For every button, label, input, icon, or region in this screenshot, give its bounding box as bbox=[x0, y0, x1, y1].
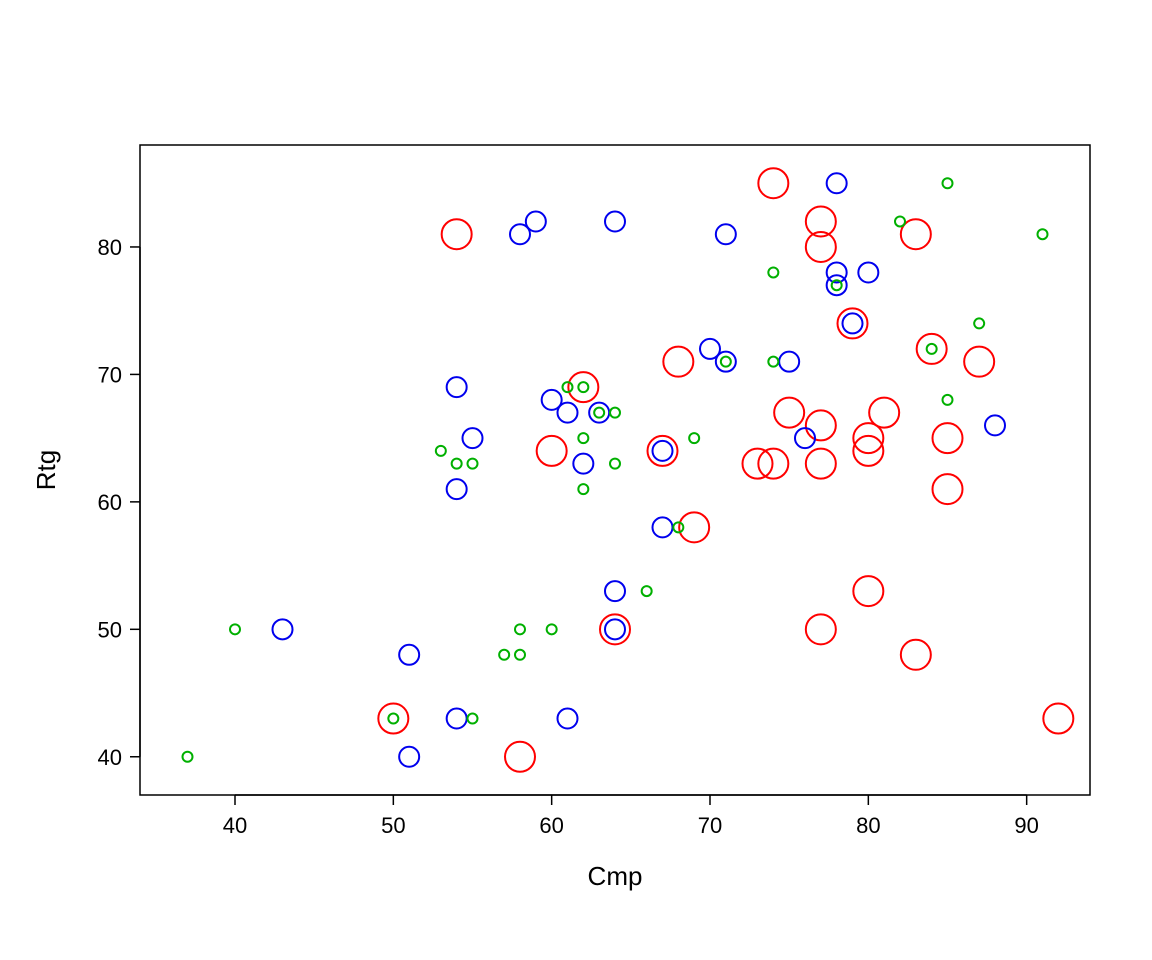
data-point-green bbox=[578, 382, 588, 392]
data-point-green bbox=[230, 624, 240, 634]
data-point-red bbox=[378, 704, 408, 734]
y-tick-label: 50 bbox=[98, 617, 122, 642]
data-point-green bbox=[468, 714, 478, 724]
data-point-blue bbox=[589, 403, 609, 423]
data-point-blue bbox=[779, 352, 799, 372]
data-point-green bbox=[594, 408, 604, 418]
data-point-red bbox=[1043, 704, 1073, 734]
data-point-red bbox=[663, 347, 693, 377]
y-tick-label: 40 bbox=[98, 745, 122, 770]
data-point-green bbox=[610, 459, 620, 469]
x-tick-label: 80 bbox=[856, 813, 880, 838]
data-point-blue bbox=[858, 262, 878, 282]
y-tick-label: 70 bbox=[98, 362, 122, 387]
data-point-green bbox=[974, 318, 984, 328]
data-point-green bbox=[452, 459, 462, 469]
data-point-red bbox=[806, 449, 836, 479]
scatter-chart: 40 50 60 70 80 90 40 50 60 70 80 Cmp Rtg bbox=[0, 0, 1152, 960]
data-point-blue bbox=[827, 275, 847, 295]
data-point-blue bbox=[399, 747, 419, 767]
data-point-blue bbox=[605, 619, 625, 639]
x-axis-label: Cmp bbox=[588, 861, 643, 891]
x-tick-label: 40 bbox=[223, 813, 247, 838]
data-point-green bbox=[642, 586, 652, 596]
data-point-red bbox=[933, 474, 963, 504]
data-point-green bbox=[547, 624, 557, 634]
data-point-red bbox=[505, 742, 535, 772]
data-point-blue bbox=[985, 415, 1005, 435]
data-point-blue bbox=[716, 352, 736, 372]
data-point-blue bbox=[463, 428, 483, 448]
data-point-green bbox=[689, 433, 699, 443]
data-point-green bbox=[721, 357, 731, 367]
data-point-green bbox=[436, 446, 446, 456]
data-point-green bbox=[515, 650, 525, 660]
data-point-blue bbox=[605, 211, 625, 231]
data-point-blue bbox=[526, 211, 546, 231]
data-point-green bbox=[943, 178, 953, 188]
data-point-green bbox=[895, 216, 905, 226]
data-point-green bbox=[578, 433, 588, 443]
y-axis-label: Rtg bbox=[31, 450, 61, 490]
data-point-green bbox=[183, 752, 193, 762]
data-point-blue bbox=[558, 709, 578, 729]
data-point-blue bbox=[653, 441, 673, 461]
data-point-blue bbox=[447, 479, 467, 499]
data-point-red bbox=[806, 410, 836, 440]
data-point-red bbox=[774, 398, 804, 428]
data-point-blue bbox=[716, 224, 736, 244]
data-point-red bbox=[933, 423, 963, 453]
data-point-blue bbox=[573, 454, 593, 474]
data-point-green bbox=[768, 357, 778, 367]
x-tick-label: 90 bbox=[1014, 813, 1038, 838]
data-point-blue bbox=[399, 645, 419, 665]
data-point-green bbox=[515, 624, 525, 634]
data-point-green bbox=[943, 395, 953, 405]
data-point-blue bbox=[605, 581, 625, 601]
data-point-red bbox=[758, 168, 788, 198]
x-tick-label: 70 bbox=[698, 813, 722, 838]
y-tick-label: 80 bbox=[98, 235, 122, 260]
data-point-red bbox=[853, 436, 883, 466]
data-point-red bbox=[806, 614, 836, 644]
data-point-green bbox=[768, 267, 778, 277]
data-point-blue bbox=[653, 517, 673, 537]
data-point-blue bbox=[273, 619, 293, 639]
plot-frame bbox=[140, 145, 1090, 795]
data-point-green bbox=[578, 484, 588, 494]
data-point-green bbox=[499, 650, 509, 660]
data-point-red bbox=[917, 334, 947, 364]
data-point-green bbox=[927, 344, 937, 354]
data-point-red bbox=[964, 347, 994, 377]
data-point-blue bbox=[447, 377, 467, 397]
data-point-red bbox=[853, 576, 883, 606]
data-point-green bbox=[1038, 229, 1048, 239]
data-point-red bbox=[869, 398, 899, 428]
data-point-blue bbox=[843, 313, 863, 333]
data-point-blue bbox=[827, 173, 847, 193]
x-tick-label: 60 bbox=[539, 813, 563, 838]
data-point-blue bbox=[447, 709, 467, 729]
data-point-green bbox=[610, 408, 620, 418]
data-point-green bbox=[388, 714, 398, 724]
data-point-green bbox=[468, 459, 478, 469]
data-point-blue bbox=[558, 403, 578, 423]
y-tick-label: 60 bbox=[98, 490, 122, 515]
chart-canvas: 40 50 60 70 80 90 40 50 60 70 80 Cmp Rtg bbox=[0, 0, 1152, 960]
x-tick-label: 50 bbox=[381, 813, 405, 838]
data-point-red bbox=[901, 640, 931, 670]
data-point-red bbox=[537, 436, 567, 466]
data-point-red bbox=[442, 219, 472, 249]
